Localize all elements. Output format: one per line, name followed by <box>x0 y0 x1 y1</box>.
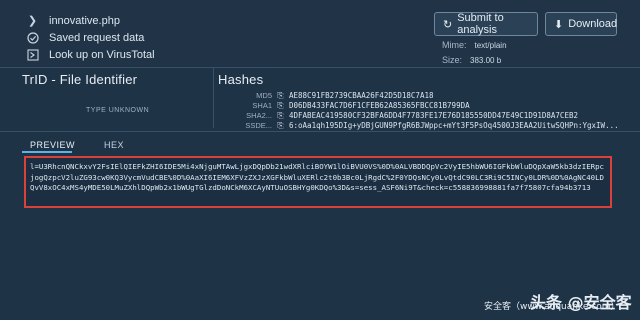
copy-icon[interactable]: ⎘ <box>276 101 285 110</box>
mime-info: Mime: text/plain <box>442 40 507 50</box>
mime-label: Mime: <box>442 40 467 50</box>
preview-content: l=U3RhcnQNCkxvY2FsIElQIEFkZHI6IDE5Mi4xNj… <box>30 162 604 192</box>
hash-value: 6:oAa1qh195DIg+yDBjGUN9PfgR6BJWppc+mYt3F… <box>289 121 619 130</box>
saved-request-link[interactable]: Saved request data <box>26 31 144 44</box>
hash-label: SHA2... <box>246 111 272 120</box>
watermark-brand: 头条 @安全客 <box>530 293 632 312</box>
submit-to-analysis-button[interactable]: ↻ Submit to analysis <box>434 12 538 36</box>
copy-icon[interactable]: ⎘ <box>276 111 285 120</box>
active-tab-indicator <box>22 151 72 153</box>
refresh-icon: ↻ <box>443 18 453 31</box>
size-value: 383.00 b <box>470 56 502 65</box>
hash-row-ssdeep: SSDE... ⎘ 6:oAa1qh195DIg+yDBjGUN9PfgR6BJ… <box>220 120 640 131</box>
download-button[interactable]: ⬇ Download <box>545 12 617 36</box>
tab-preview[interactable]: PREVIEW <box>30 140 75 150</box>
hash-value: D06DB433FAC7D6F1CFEB62A85365FBCC81B799DA <box>289 101 470 110</box>
hash-value: AE88C91FB2739CBAA26F42D5D18C7A18 <box>289 91 434 100</box>
mime-value: text/plain <box>474 41 507 50</box>
submit-label: Submit to analysis <box>457 12 504 36</box>
column-divider <box>213 68 214 128</box>
preview-panel[interactable]: l=U3RhcnQNCkxvY2FsIElQIEFkZHI6IDE5Mi4xNj… <box>24 156 612 208</box>
tab-hex[interactable]: HEX <box>104 140 124 150</box>
trid-type: TYPE UNKNOWN <box>86 107 150 114</box>
trid-title: TrID - File Identifier <box>22 72 138 87</box>
check-circle-icon <box>26 31 39 44</box>
copy-icon[interactable]: ⎘ <box>276 91 285 100</box>
hashes-title: Hashes <box>218 72 264 87</box>
hash-value: 4DFABEAC419580CF32BFA6DD4F7783FE17E76D18… <box>289 111 578 120</box>
chevron-right-icon: ❯ <box>27 15 38 27</box>
hash-label: MD5 <box>256 91 272 100</box>
file-name-row: ❯ innovative.php <box>26 14 120 28</box>
saved-request-label: Saved request data <box>49 31 145 44</box>
size-info: Size: 383.00 b <box>442 55 501 65</box>
copy-icon[interactable]: ⎘ <box>276 121 285 130</box>
header-divider <box>0 67 640 68</box>
virustotal-label: Look up on VirusTotal <box>49 48 155 61</box>
hash-label: SHA1 <box>252 101 272 110</box>
size-label: Size: <box>442 55 463 65</box>
hash-label: SSDE... <box>245 121 272 130</box>
virustotal-link[interactable]: Look up on VirusTotal <box>26 48 155 61</box>
file-name: innovative.php <box>49 14 120 27</box>
section-divider <box>0 131 640 132</box>
download-label: Download <box>568 18 618 30</box>
download-icon: ⬇ <box>554 18 564 31</box>
virustotal-icon <box>26 48 39 61</box>
